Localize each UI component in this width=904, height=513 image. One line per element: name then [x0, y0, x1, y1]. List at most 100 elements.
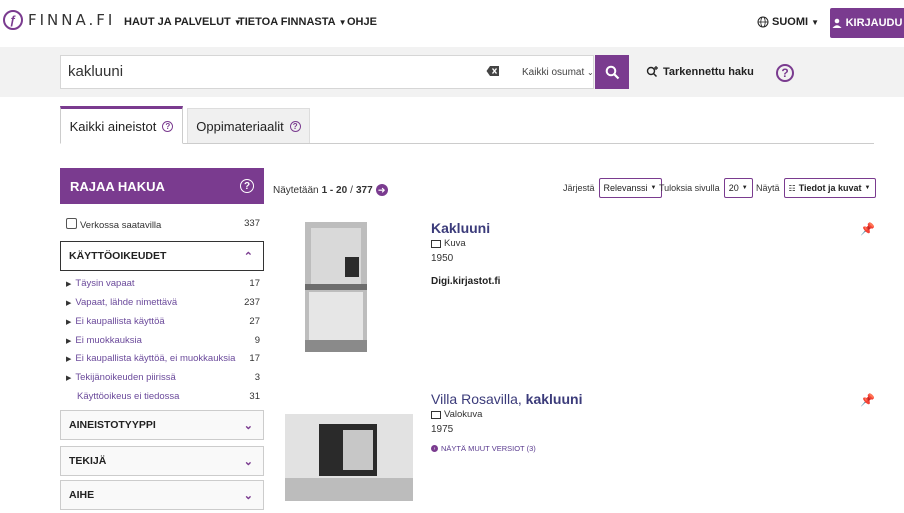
facet-count: 337 [244, 218, 260, 229]
globe-icon [757, 16, 769, 28]
sort-value: Relevanssi [603, 183, 648, 193]
search-scope-dropdown[interactable]: Kaikki osumat ⌄ [522, 67, 594, 78]
triangle-icon: ▶ [66, 281, 72, 288]
triangle-icon: ▶ [66, 319, 72, 326]
facet-title: TEKIJÄ [69, 455, 107, 467]
search-input[interactable] [60, 55, 594, 89]
subject-facet-header[interactable]: AIHE ⌄ [60, 480, 264, 510]
logo-icon: ƒ [3, 10, 23, 30]
nav-label: OHJE [347, 16, 377, 28]
triangle-icon: ▶ [66, 338, 72, 345]
facet-item[interactable]: ▶ Ei muokkauksia 9 [66, 335, 260, 346]
view-control: Näytä ☷ Tiedot ja kuvat ▼ [756, 178, 876, 198]
author-facet-header[interactable]: TEKIJÄ ⌄ [60, 446, 264, 476]
chevron-up-icon: ⌃ [243, 250, 253, 263]
pin-icon[interactable]: 📌 [860, 393, 875, 407]
per-page-value: 20 [728, 183, 739, 193]
facet-item-label: Käyttöoikeus ei tiedossa [77, 391, 180, 402]
facet-item[interactable]: ▶ Ei kaupallista käyttöä 27 [66, 316, 260, 327]
help-icon[interactable]: ? [289, 120, 301, 132]
title-prefix: Villa Rosavilla, [431, 391, 526, 407]
triangle-icon: ▶ [66, 300, 72, 307]
facet-item[interactable]: ▶ Vapaat, lähde nimettävä 237 [66, 297, 260, 308]
caret-down-icon: ▼ [864, 185, 871, 191]
facet-item[interactable]: ▶ Ei kaupallista käyttöä, ei muokkauksia … [66, 353, 260, 364]
facet-count: 17 [249, 353, 260, 364]
facet-count: 27 [249, 316, 260, 327]
logo-text: FINNA.FI [28, 11, 116, 29]
result-format: Valokuva [431, 409, 482, 420]
advanced-search-link[interactable]: Tarkennettu haku [646, 65, 754, 78]
image-icon [431, 410, 441, 419]
advanced-search-label: Tarkennettu haku [663, 65, 754, 78]
pin-icon[interactable]: 📌 [860, 222, 875, 236]
facet-title: AINEISTOTYYPPI [69, 419, 156, 431]
stove-photo [305, 222, 367, 352]
language-label: SUOMI [772, 16, 809, 28]
facet-title: AIHE [69, 489, 95, 501]
facet-count: 9 [254, 335, 260, 346]
results-separator: / [350, 184, 353, 196]
rights-facet-header[interactable]: KÄYTTÖOIKEUDET ⌃ [60, 241, 264, 271]
online-label: Verkossa saatavilla [80, 220, 162, 231]
filter-header: RAJAA HAKUA ? [60, 168, 264, 204]
chevron-down-icon: ▼ [811, 17, 819, 27]
facet-item[interactable]: ▶ Täysin vapaat 17 [66, 278, 260, 289]
online-filter[interactable]: Verkossa saatavilla 337 [66, 218, 260, 231]
facet-item-label: Ei kaupallista käyttöä, ei muokkauksia [75, 353, 236, 364]
per-page-control: Tuloksia sivulla 20 ▼ [659, 178, 753, 198]
help-icon[interactable]: ? [162, 120, 174, 132]
next-page-icon[interactable]: ➜ [375, 184, 388, 196]
help-glyph: ? [781, 66, 789, 80]
results-count: Näytetään 1 - 20 / 377 ➜ [273, 184, 388, 196]
search-help-icon[interactable]: ? [776, 64, 794, 82]
caret-down-icon: ▼ [650, 185, 657, 191]
title-highlight: Kakluuni [431, 220, 491, 236]
view-dropdown[interactable]: ☷ Tiedot ja kuvat ▼ [783, 178, 876, 198]
facet-item[interactable]: ▶ Tekijänoikeuden piirissä 3 [66, 372, 260, 383]
search-button[interactable] [595, 55, 629, 89]
format-label: Kuva [444, 238, 466, 249]
material-type-facet-header[interactable]: AINEISTOTYYPPI ⌄ [60, 410, 264, 440]
clear-search-icon[interactable] [486, 64, 500, 78]
facet-count: 17 [249, 278, 260, 289]
versions-label: NÄYTÄ MUUT VERSIOT (3) [441, 444, 536, 453]
finna-logo[interactable]: ƒ FINNA.FI [3, 10, 115, 30]
facet-item-label: Täysin vapaat [75, 278, 135, 289]
showing-prefix: Näytetään [273, 184, 319, 196]
nav-ohje[interactable]: OHJE [347, 16, 377, 28]
sort-dropdown[interactable]: Relevanssi ▼ [598, 178, 662, 198]
tab-kaikki-aineistot[interactable]: Kaikki aineistot ? [60, 106, 183, 144]
nav-haut-ja-palvelut[interactable]: HAUT JA PALVELUT ▼ [124, 16, 242, 28]
login-button[interactable]: KIRJAUDU [830, 8, 904, 38]
chevron-down-icon: ⌄ [243, 489, 253, 502]
view-value: Tiedot ja kuvat [798, 183, 862, 193]
filter-title: RAJAA HAKUA [70, 178, 165, 194]
result-format: Kuva [431, 238, 466, 249]
arrow-right-icon: › [431, 445, 438, 452]
result-thumbnail[interactable] [285, 414, 413, 501]
per-page-dropdown[interactable]: 20 ▼ [723, 178, 753, 198]
nav-label: TIETOA FINNASTA [238, 16, 336, 28]
facet-item-label: Ei kaupallista käyttöä [75, 316, 165, 327]
stove-photo [285, 414, 413, 501]
chevron-down-icon: ⌄ [243, 419, 253, 432]
result-year: 1975 [431, 424, 454, 435]
image-icon [431, 239, 441, 248]
nav-tietoa-finnasta[interactable]: TIETOA FINNASTA ▼ [238, 16, 347, 28]
result-title-link[interactable]: Kakluuni [431, 220, 490, 236]
list-image-icon: ☷ [788, 183, 796, 193]
format-label: Valokuva [444, 409, 483, 420]
filter-help-icon[interactable]: ? [240, 179, 254, 193]
tab-oppimateriaalit[interactable]: Oppimateriaalit ? [187, 108, 310, 143]
online-checkbox[interactable] [66, 218, 77, 229]
search-input-value[interactable]: kakluuni [68, 63, 123, 80]
facet-count: 3 [254, 372, 260, 383]
facet-item[interactable]: Käyttöoikeus ei tiedossa 31 [66, 391, 260, 402]
facet-count: 237 [244, 297, 260, 308]
result-thumbnail[interactable] [305, 222, 367, 352]
language-selector[interactable]: SUOMI ▼ [757, 16, 819, 28]
result-title-link[interactable]: Villa Rosavilla, kakluuni [431, 391, 582, 407]
login-label: KIRJAUDU [845, 17, 903, 29]
show-versions-link[interactable]: › NÄYTÄ MUUT VERSIOT (3) [431, 444, 536, 453]
